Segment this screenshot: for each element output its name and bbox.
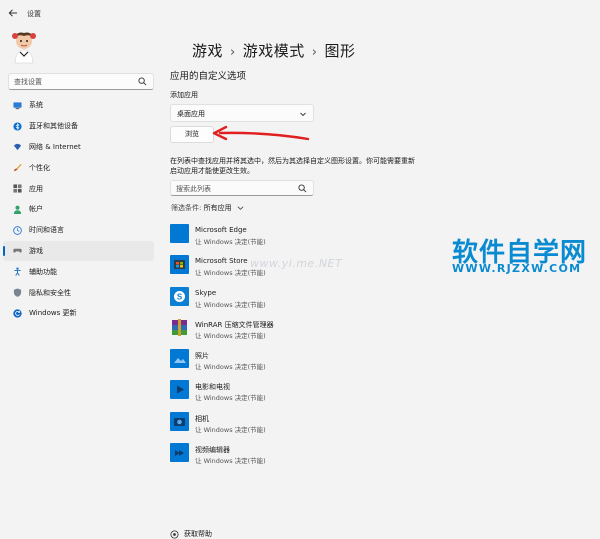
title-bar: 设置 (0, 0, 600, 28)
sidebar-item-label: 应用 (29, 184, 43, 193)
skype-icon: S (170, 286, 189, 306)
sidebar-item-apps[interactable]: 应用 (3, 178, 154, 199)
globe-clock-icon (13, 225, 22, 235)
sidebar-item-accounts[interactable]: 帐户 (3, 199, 154, 220)
sidebar-item-label: 系统 (29, 101, 43, 110)
list-item[interactable]: 照片 让 Windows 决定(节能) (170, 349, 370, 380)
get-help-label: 获取帮助 (184, 530, 212, 538)
camera-icon (170, 411, 189, 431)
list-item[interactable]: 视频编辑器 让 Windows 决定(节能) (170, 443, 370, 474)
window-title: 设置 (27, 10, 41, 18)
edge-icon (170, 224, 189, 243)
sidebar-item-privacy[interactable]: 隐私和安全性 (3, 282, 154, 303)
app-name: Skype (195, 288, 217, 297)
breadcrumb-item-game-mode[interactable]: 游戏模式 (243, 42, 305, 60)
breadcrumb-item-graphics: 图形 (324, 42, 356, 60)
video-editor-icon (170, 443, 189, 463)
dropdown-value: 桌面应用 (177, 110, 205, 118)
app-list-search-box[interactable] (170, 180, 314, 196)
list-item[interactable]: 相机 让 Windows 决定(节能) (170, 411, 370, 443)
brush-icon (13, 164, 22, 172)
list-item[interactable]: S Skype 让 Windows 决定(节能) (170, 286, 370, 318)
app-gpu-setting: 让 Windows 决定(节能) (195, 331, 266, 340)
chevron-down-icon (300, 112, 306, 117)
update-icon (13, 309, 22, 318)
filter-label: 筛选条件: (171, 204, 202, 212)
accessibility-icon (14, 267, 21, 277)
app-name: 电影和电视 (195, 383, 230, 392)
chevron-down-icon (237, 206, 244, 210)
app-list-search-input[interactable] (176, 183, 296, 194)
sidebar-item-label: 时间和语言 (29, 226, 64, 235)
app-name: Microsoft Store (195, 257, 248, 266)
breadcrumb: 游戏 › 游戏模式 › 图形 (192, 40, 355, 61)
wifi-icon (13, 144, 22, 151)
bluetooth-icon (13, 122, 22, 131)
sidebar-item-label: 个性化 (29, 163, 50, 172)
winrar-icon (172, 318, 187, 336)
sidebar-item-label: 辅助功能 (29, 267, 57, 276)
app-gpu-setting: 让 Windows 决定(节能) (195, 238, 266, 246)
app-name: 照片 (195, 352, 209, 361)
settings-search-box[interactable] (8, 73, 154, 90)
sidebar-item-label: 帐户 (29, 205, 43, 214)
sidebar-item-system[interactable]: 系统 (3, 95, 154, 116)
description-text: 在列表中查找应用并将其选中，然后为其选择自定义图形设置。你可能需要重新启动应用才… (170, 157, 415, 175)
app-name: WinRAR 压缩文件管理器 (195, 320, 274, 329)
faint-watermark: www.yi.me.NET (250, 257, 343, 270)
app-name: 视频编辑器 (195, 446, 230, 455)
app-gpu-setting: 让 Windows 决定(节能) (195, 394, 266, 403)
breadcrumb-separator: › (311, 45, 318, 60)
shield-icon (13, 288, 22, 297)
get-help-link[interactable]: 获取帮助 (170, 529, 212, 539)
list-item[interactable]: WinRAR 压缩文件管理器 让 Windows 决定(节能) (170, 318, 370, 349)
red-arrow-annotation (212, 125, 310, 141)
app-name: 相机 (195, 414, 209, 423)
sidebar-item-label: 网络 & Internet (29, 142, 81, 151)
sidebar-item-gaming[interactable]: 游戏 (3, 240, 154, 262)
sidebar-item-bluetooth[interactable]: 蓝牙和其他设备 (3, 116, 154, 137)
store-icon (170, 255, 189, 275)
site-watermark-url: WWW.RJZXW.COM (452, 262, 582, 275)
sidebar-item-network[interactable]: 网络 & Internet (3, 137, 154, 158)
help-icon (170, 529, 179, 539)
apps-icon (13, 184, 22, 193)
monitor-icon (13, 102, 22, 109)
photos-icon (170, 349, 189, 369)
sidebar-item-accessibility[interactable]: 辅助功能 (3, 261, 154, 282)
sidebar-item-label: Windows 更新 (29, 309, 77, 318)
person-icon (13, 205, 22, 214)
settings-search-input[interactable] (14, 76, 134, 88)
gamepad-icon (13, 249, 22, 254)
app-type-dropdown[interactable]: 桌面应用 (170, 104, 314, 122)
app-gpu-setting: 让 Windows 决定(节能) (195, 300, 266, 309)
sidebar-item-label: 隐私和安全性 (29, 288, 71, 297)
avatar[interactable] (8, 30, 40, 64)
sidebar-item-windows-update[interactable]: Windows 更新 (3, 303, 154, 324)
sidebar-item-personalization[interactable]: 个性化 (3, 157, 154, 178)
sidebar-item-label: 游戏 (29, 246, 43, 255)
list-item[interactable]: Microsoft Edge 让 Windows 决定(节能) (170, 224, 370, 255)
sidebar-item-label: 蓝牙和其他设备 (29, 122, 78, 131)
breadcrumb-separator: › (230, 45, 236, 60)
search-icon (298, 184, 307, 193)
filter-value: 所有应用 (203, 204, 232, 212)
sidebar-nav: 系统 蓝牙和其他设备 网络 & Internet 个性化 应用 帐户 时间和语言… (0, 95, 158, 324)
breadcrumb-item-gaming[interactable]: 游戏 (192, 42, 223, 60)
app-gpu-setting: 让 Windows 决定(节能) (195, 363, 266, 372)
add-app-label: 添加应用 (170, 91, 198, 99)
back-arrow-icon[interactable] (6, 8, 20, 20)
app-gpu-setting: 让 Windows 决定(节能) (195, 425, 266, 434)
svg-text:S: S (177, 292, 183, 301)
sidebar-item-time-language[interactable]: 时间和语言 (3, 220, 154, 241)
section-title: 应用的自定义选项 (170, 71, 247, 82)
app-name: Microsoft Edge (195, 226, 247, 234)
search-icon (138, 77, 147, 86)
app-gpu-setting: 让 Windows 决定(节能) (195, 457, 266, 466)
filter-dropdown[interactable]: 筛选条件: 所有应用 (171, 203, 244, 213)
movies-icon (170, 380, 189, 400)
list-item[interactable]: 电影和电视 让 Windows 决定(节能) (170, 380, 370, 411)
